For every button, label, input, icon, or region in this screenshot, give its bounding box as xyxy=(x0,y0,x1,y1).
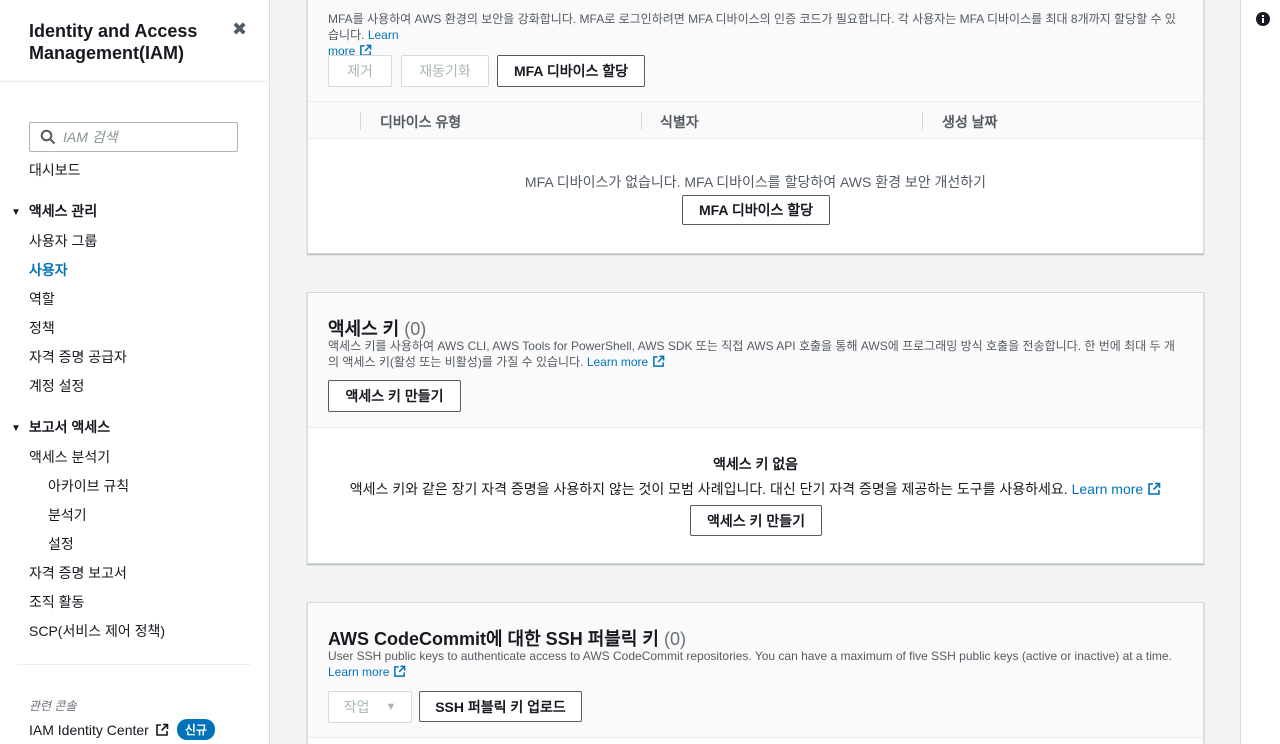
nav-archive-rules[interactable]: 아카이브 규칙 xyxy=(48,477,129,495)
access-keys-count: (0) xyxy=(404,319,427,339)
nav-section-access-management[interactable]: ▼ 액세스 관리 xyxy=(11,202,97,222)
nav-analyzer-settings[interactable]: 설정 xyxy=(48,535,74,553)
access-keys-header: 액세스 키 (0) 액세스 키를 사용하여 AWS CLI, AWS Tools… xyxy=(308,293,1203,428)
external-link-icon xyxy=(1148,482,1161,495)
info-icon[interactable] xyxy=(1255,11,1271,27)
divider xyxy=(0,81,270,82)
divider xyxy=(17,664,250,665)
access-keys-panel: 액세스 키 (0) 액세스 키를 사용하여 AWS CLI, AWS Tools… xyxy=(307,292,1204,564)
remove-button[interactable]: 제거 xyxy=(328,55,392,87)
section-label: 보고서 액세스 xyxy=(28,419,111,435)
create-access-key-button[interactable]: 액세스 키 만들기 xyxy=(328,380,461,412)
caret-down-icon: ▼ xyxy=(11,207,21,218)
mfa-description: MFA를 사용하여 AWS 환경의 보안을 강화합니다. MFA로 로그인하려면… xyxy=(328,12,1176,58)
help-panel-rail xyxy=(1240,0,1280,744)
sidebar-title: Identity and Access Management(IAM) xyxy=(29,21,198,63)
column-divider xyxy=(641,112,642,130)
resync-button[interactable]: 재동기화 xyxy=(401,55,489,87)
related-consoles-label: 관련 콘솔 xyxy=(29,699,77,713)
access-keys-empty-title: 액세스 키 없음 xyxy=(712,456,799,472)
ssh-keys-count: (0) xyxy=(663,629,686,649)
search-icon xyxy=(40,129,56,145)
nav-roles[interactable]: 역할 xyxy=(29,290,55,308)
sidebar: Identity and Access Management(IAM) ✖ 대시… xyxy=(0,0,270,744)
actions-dropdown[interactable]: 작업 ▼ xyxy=(328,691,412,723)
external-link-icon xyxy=(156,723,169,736)
mfa-panel: MFA를 사용하여 AWS 환경의 보안을 강화합니다. MFA로 로그인하려면… xyxy=(307,0,1204,254)
mfa-panel-header: MFA를 사용하여 AWS 환경의 보안을 강화합니다. MFA로 로그인하려면… xyxy=(308,0,1203,102)
external-link-icon xyxy=(653,355,665,367)
nav-account-settings[interactable]: 계정 설정 xyxy=(29,377,84,395)
create-access-key-empty-button[interactable]: 액세스 키 만들기 xyxy=(690,505,822,536)
nav-access-analyzer[interactable]: 액세스 분석기 xyxy=(29,448,110,466)
new-badge: 신규 xyxy=(176,719,215,740)
upload-ssh-key-button[interactable]: SSH 퍼블릭 키 업로드 xyxy=(419,691,582,722)
access-keys-empty-desc: 액세스 키와 같은 장기 자격 증명을 사용하지 않는 것이 모범 사례입니다.… xyxy=(308,479,1203,499)
caret-down-icon: ▼ xyxy=(11,423,21,434)
ssh-keys-description: User SSH public keys to authenticate acc… xyxy=(328,649,1172,679)
nav-organization-activity[interactable]: 조직 활동 xyxy=(29,593,84,611)
nav-analyzers[interactable]: 분석기 xyxy=(48,506,87,524)
search-input[interactable] xyxy=(63,127,233,147)
learn-more-link[interactable]: Learn more xyxy=(587,355,665,369)
external-link-icon xyxy=(394,665,406,677)
nav-dashboard[interactable]: 대시보드 xyxy=(29,161,81,179)
caret-down-icon: ▼ xyxy=(385,701,397,713)
nav-policies[interactable]: 정책 xyxy=(29,319,55,337)
column-divider xyxy=(922,112,923,130)
identity-center-label: IAM Identity Center xyxy=(29,721,149,738)
assign-mfa-button[interactable]: MFA 디바이스 할당 xyxy=(497,55,645,87)
nav-credential-report[interactable]: 자격 증명 보고서 xyxy=(29,564,127,582)
mfa-table-header: 디바이스 유형 식별자 생성 날짜 xyxy=(308,102,1203,139)
close-icon[interactable]: ✖ xyxy=(232,19,247,40)
nav-users[interactable]: 사용자 xyxy=(29,261,68,279)
learn-more-link[interactable]: Learn more xyxy=(328,665,406,679)
search-box[interactable] xyxy=(29,122,238,152)
learn-more-link[interactable]: Learn xyxy=(368,28,399,42)
column-device-type[interactable]: 디바이스 유형 xyxy=(380,112,461,132)
column-divider xyxy=(360,112,361,130)
column-identifier[interactable]: 식별자 xyxy=(660,112,699,132)
access-keys-description: 액세스 키를 사용하여 AWS CLI, AWS Tools for Power… xyxy=(328,339,1175,369)
nav-identity-providers[interactable]: 자격 증명 공급자 xyxy=(29,348,127,366)
column-created-date[interactable]: 생성 날짜 xyxy=(942,112,997,132)
learn-more-link[interactable]: Learn more xyxy=(1072,481,1162,497)
mfa-empty-text: MFA 디바이스가 없습니다. MFA 디바이스를 할당하여 AWS 환경 보안… xyxy=(524,174,987,190)
assign-mfa-empty-button[interactable]: MFA 디바이스 할당 xyxy=(682,195,830,225)
ssh-keys-header: AWS CodeCommit에 대한 SSH 퍼블릭 키 (0) User SS… xyxy=(308,603,1203,738)
section-label: 액세스 관리 xyxy=(28,203,98,219)
nav-scps[interactable]: SCP(서비스 제어 정책) xyxy=(29,622,165,640)
nav-section-report-access[interactable]: ▼ 보고서 액세스 xyxy=(11,418,110,438)
ssh-keys-panel: AWS CodeCommit에 대한 SSH 퍼블릭 키 (0) User SS… xyxy=(307,602,1204,744)
nav-iam-identity-center[interactable]: IAM Identity Center 신규 xyxy=(29,719,215,740)
nav-user-groups[interactable]: 사용자 그룹 xyxy=(29,232,97,250)
